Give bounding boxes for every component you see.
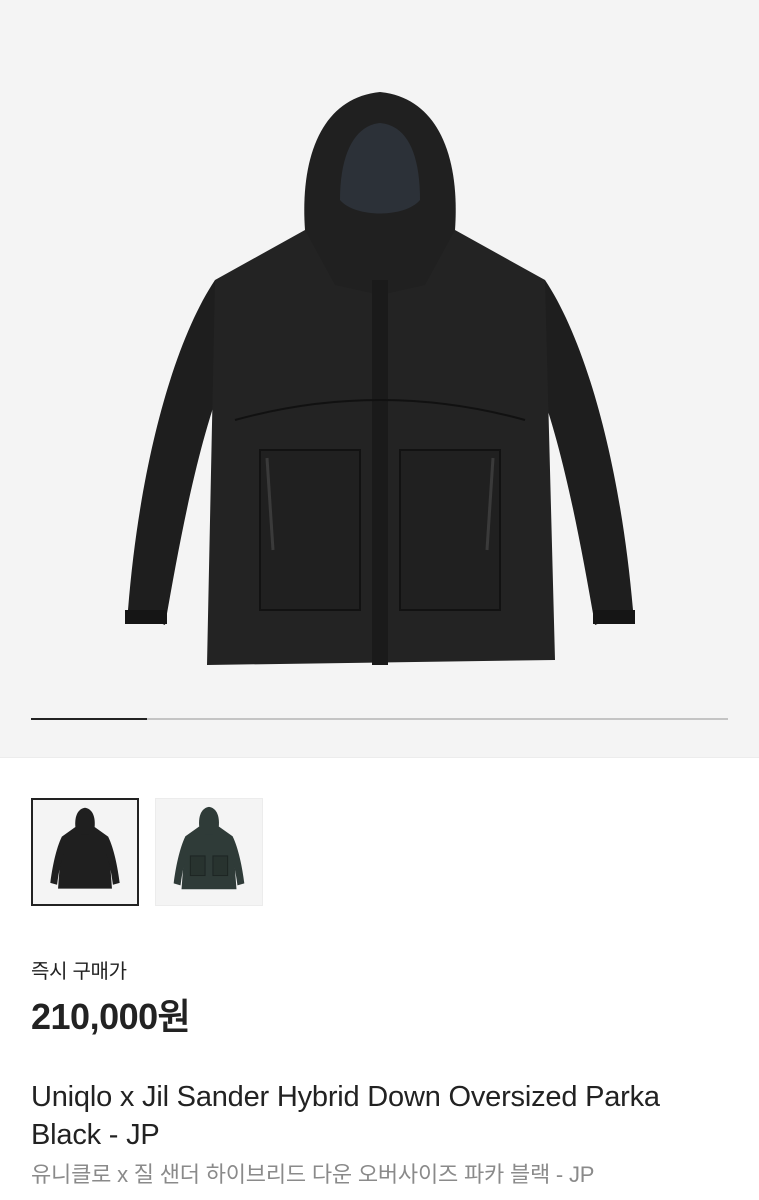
thumbnail-dark-green-image: [173, 806, 245, 890]
product-main-image[interactable]: [95, 80, 665, 680]
product-title-korean: 유니클로 x 질 샌더 하이브리드 다운 오버사이즈 파카 블랙 - JP: [31, 1162, 595, 1187]
gallery-progress-bar: [31, 718, 728, 720]
product-image-gallery[interactable]: [0, 0, 759, 757]
thumbnail-black-image: [50, 807, 120, 889]
gallery-progress-fill: [31, 718, 147, 720]
instant-price-label: 즉시 구매가: [31, 961, 127, 983]
section-divider: [0, 757, 759, 758]
price-value: 210,000원: [31, 996, 191, 1037]
thumbnail-black[interactable]: [31, 798, 139, 906]
product-title: Uniqlo x Jil Sander Hybrid Down Oversize…: [31, 1081, 660, 1151]
thumbnail-dark-green[interactable]: [155, 798, 263, 906]
